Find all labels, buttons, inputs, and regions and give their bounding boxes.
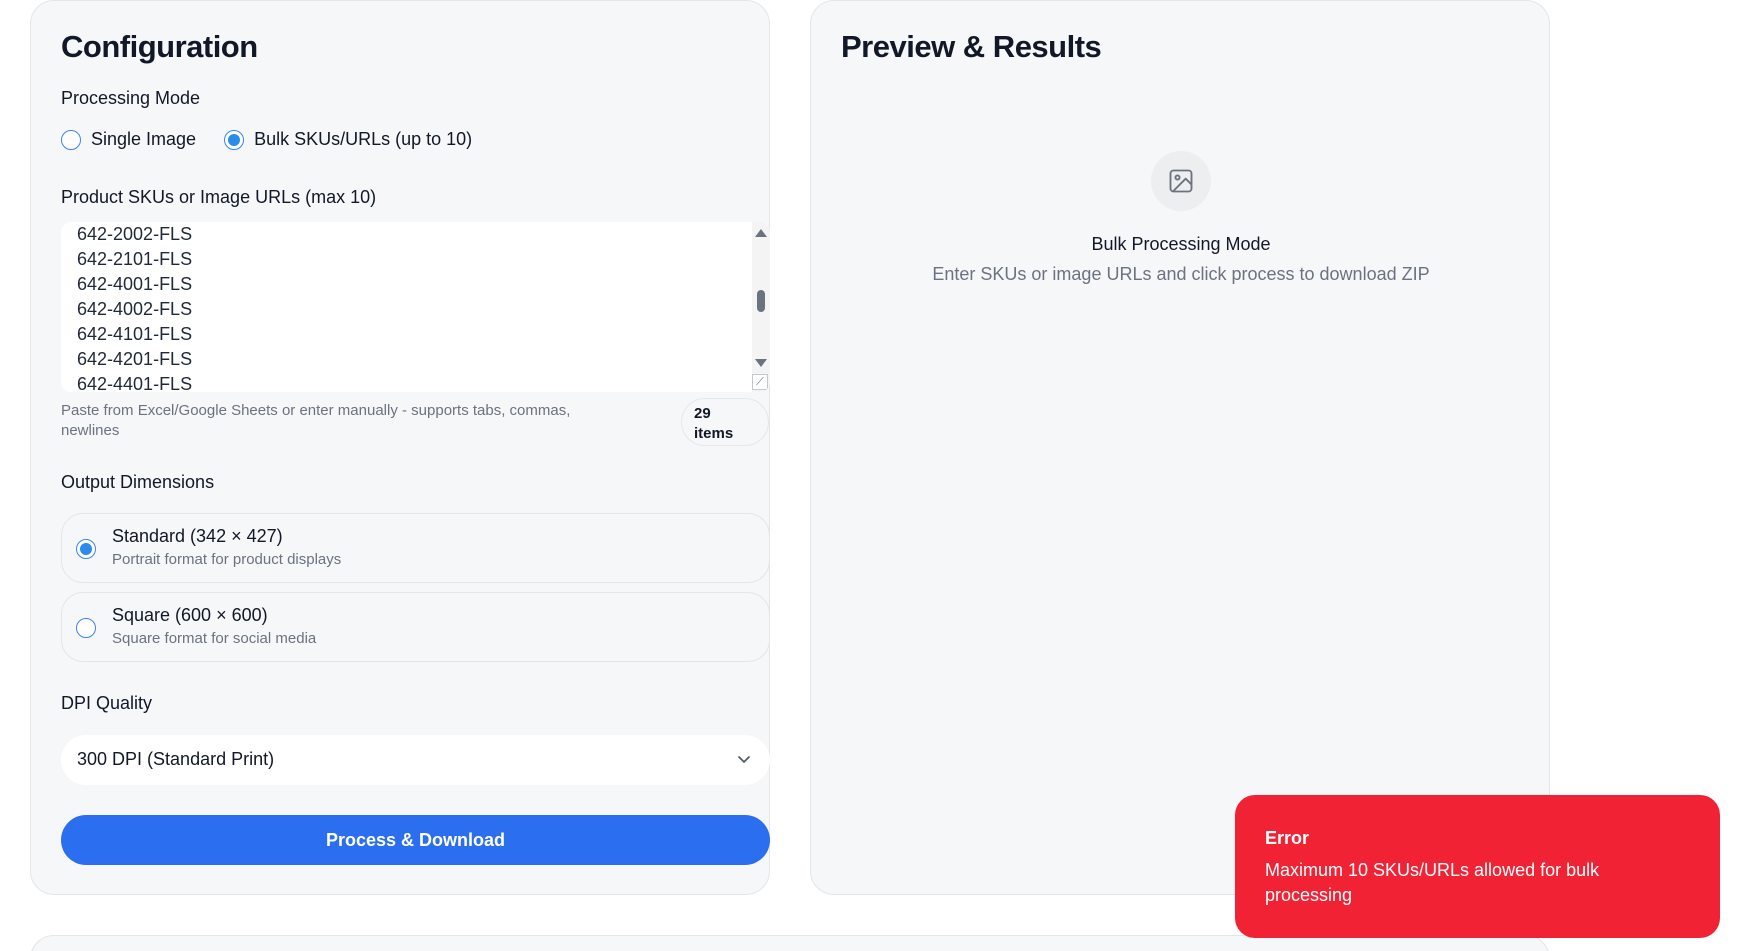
item-count: 29 (694, 405, 711, 422)
sku-line: 642-4002-FLS (77, 299, 193, 319)
sku-textarea[interactable]: 642-2002-FLS 642-2101-FLS 642-4001-FLS 6… (61, 222, 770, 392)
item-count-unit: items (694, 425, 734, 442)
dpi-select[interactable]: 300 DPI (Standard Print) (61, 735, 770, 785)
sku-line: 642-2002-FLS (77, 224, 193, 244)
sku-input-label: Product SKUs or Image URLs (max 10) (61, 187, 377, 207)
chevron-down-icon (738, 756, 750, 763)
dimension-option-standard[interactable]: Standard (342 × 427) Portrait format for… (61, 513, 770, 583)
process-download-button[interactable]: Process & Download (61, 815, 770, 865)
configuration-panel: Configuration Processing Mode Single Ima… (30, 0, 770, 895)
toast-title: Error (1265, 828, 1310, 848)
resize-handle-icon[interactable]: ⟋ (752, 374, 768, 390)
item-count-badge: 29 items (681, 398, 769, 446)
scroll-thumb[interactable] (757, 290, 765, 312)
sku-hint-text: Paste from Excel/Google Sheets or enter … (61, 402, 571, 439)
radio-bulk-skus[interactable]: Bulk SKUs/URLs (up to 10) (224, 129, 472, 150)
dimension-option-square[interactable]: Square (600 × 600) Square format for soc… (61, 592, 770, 662)
error-toast[interactable]: Error Maximum 10 SKUs/URLs allowed for b… (1235, 795, 1720, 938)
processing-mode-label: Processing Mode (61, 88, 201, 108)
processing-mode-radio-group: Single Image Bulk SKUs/URLs (up to 10) (61, 129, 500, 150)
scroll-down-arrow-icon[interactable] (755, 359, 767, 367)
dimension-subtitle: Square format for social media (112, 630, 317, 647)
dpi-selected-value: 300 DPI (Standard Print) (77, 749, 275, 769)
preview-panel: Preview & Results Bulk Processing Mode E… (810, 0, 1550, 895)
preview-title: Preview & Results (841, 29, 1102, 64)
empty-state-title: Bulk Processing Mode (1091, 234, 1271, 254)
radio-button-unchecked[interactable] (76, 618, 96, 638)
image-icon (1151, 151, 1211, 211)
dimension-subtitle: Portrait format for product displays (112, 551, 342, 568)
sku-line: 642-4201-FLS (77, 349, 193, 369)
sku-line: 642-4101-FLS (77, 324, 193, 344)
empty-state-subtitle: Enter SKUs or image URLs and click proce… (932, 264, 1430, 284)
scroll-up-arrow-icon[interactable] (755, 229, 767, 237)
dimension-title: Square (600 × 600) (112, 605, 268, 625)
sku-lines: 642-2002-FLS 642-2101-FLS 642-4001-FLS 6… (77, 222, 192, 392)
output-dimensions-label: Output Dimensions (61, 472, 215, 492)
radio-button-checked[interactable] (76, 539, 96, 559)
dimension-title: Standard (342 × 427) (112, 526, 283, 546)
textarea-scrollbar[interactable] (752, 222, 770, 392)
sku-line: 642-2101-FLS (77, 249, 193, 269)
radio-label: Bulk SKUs/URLs (up to 10) (254, 129, 473, 149)
toast-message: Maximum 10 SKUs/URLs allowed for bulk pr… (1265, 860, 1600, 905)
radio-label: Single Image (91, 129, 197, 149)
radio-single-image[interactable]: Single Image (61, 129, 196, 150)
radio-button-checked[interactable] (224, 129, 245, 150)
dpi-quality-label: DPI Quality (61, 693, 153, 713)
configuration-title: Configuration (61, 29, 258, 64)
sku-line: 642-4001-FLS (77, 274, 193, 294)
radio-button-unchecked[interactable] (61, 129, 81, 150)
sku-line: 642-4401-FLS (77, 374, 193, 392)
